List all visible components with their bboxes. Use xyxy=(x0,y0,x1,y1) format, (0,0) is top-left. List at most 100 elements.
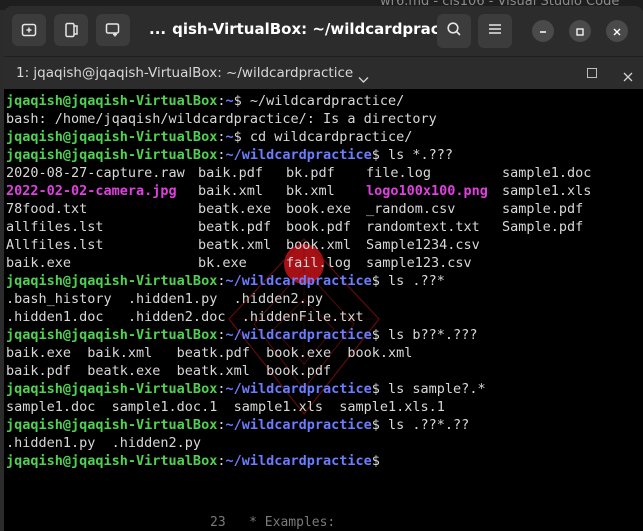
output-line: baik.pdf beatk.exe beatk.xml book.pdf xyxy=(6,363,332,379)
output-columns-line: 2022-02-02-camera.jpg baik.xml bk.xml logo1… xyxy=(6,182,591,200)
file-name: randomtext.txt xyxy=(366,219,480,235)
file-name: book.exe xyxy=(286,201,352,217)
file-name: sample1.xls xyxy=(502,183,592,199)
terminal-output[interactable]: jqaqish@jqaqish-VirtualBox:~$ ~/wildcard… xyxy=(4,89,643,531)
file-name: bk.xml xyxy=(286,183,335,199)
prompt-user: jqaqish@jqaqish-VirtualBox xyxy=(6,453,218,469)
search-button[interactable] xyxy=(437,14,471,48)
menu-button[interactable] xyxy=(478,14,512,48)
window-title-text: qish-VirtualBox: ~/wildcardpractice xyxy=(172,20,471,38)
new-window-button[interactable] xyxy=(96,14,130,46)
file-name: book.pdf xyxy=(286,219,352,235)
file-name: file.log xyxy=(366,165,432,181)
prompt-line: jqaqish@jqaqish-VirtualBox:~/wildcardpra… xyxy=(6,146,486,164)
tab-close-icon[interactable] xyxy=(623,67,633,86)
output-columns-line: 2020-08-27-capture.raw baik.pdf bk.pdf file… xyxy=(6,164,591,182)
tab-terminal-1[interactable]: 1: jqaqish@jqaqish-VirtualBox: ~/wildcar… xyxy=(16,65,353,81)
image-file-name: 2022-02-02-camera.jpg xyxy=(6,183,177,199)
output-line: baik.exe baik.xml beatk.pdf book.exe boo… xyxy=(6,345,413,361)
prompt-user: jqaqish@jqaqish-VirtualBox xyxy=(6,327,218,343)
file-name: 78food.txt xyxy=(6,201,88,217)
window-title-prefix: ... xyxy=(149,20,167,38)
terminal-lines: jqaqish@jqaqish-VirtualBox:~$ ~/wildcard… xyxy=(6,92,591,470)
file-name: book.xml xyxy=(286,237,352,253)
prompt-line: jqaqish@jqaqish-VirtualBox:~/wildcardpra… xyxy=(6,326,486,344)
file-name: bk.pdf xyxy=(286,165,335,181)
tab-dropdown-chevron-icon[interactable] xyxy=(358,69,369,88)
prompt-path: ~ xyxy=(225,93,234,109)
title-bar: ... qish-VirtualBox: ~/wildcardpractice xyxy=(4,6,643,56)
split-terminal-button[interactable] xyxy=(54,14,88,46)
prompt-path: ~/wildcardpractice xyxy=(225,147,372,163)
prompt-user: jqaqish@jqaqish-VirtualBox xyxy=(6,93,218,109)
file-name: fail.log xyxy=(286,255,352,271)
prompt-path: ~/wildcardpractice xyxy=(225,327,372,343)
new-tab-icon xyxy=(21,22,37,38)
close-button[interactable] xyxy=(606,20,628,42)
prompt-user: jqaqish@jqaqish-VirtualBox xyxy=(6,129,218,145)
file-name: bk.exe xyxy=(198,255,247,271)
prompt-line: jqaqish@jqaqish-VirtualBox:~/wildcardpra… xyxy=(6,380,486,398)
prompt-path: ~/wildcardpractice xyxy=(225,417,372,433)
prompt-user: jqaqish@jqaqish-VirtualBox xyxy=(6,147,218,163)
output-columns-line: allfiles.lst beatk.pdf book.pdf randomtext.… xyxy=(6,218,583,236)
prompt-line: jqaqish@jqaqish-VirtualBox:~/wildcardpra… xyxy=(6,416,486,434)
file-name: sample.pdf xyxy=(502,201,584,217)
file-name: sample1.doc xyxy=(502,165,592,181)
background-editor-peek: 23 * Examples: xyxy=(210,515,336,530)
prompt-path: ~/wildcardpractice xyxy=(225,381,372,397)
maximize-button[interactable] xyxy=(569,20,591,42)
prompt-path: ~/wildcardpractice xyxy=(225,273,372,289)
window-title: ... qish-VirtualBox: ~/wildcardpractice xyxy=(149,20,471,38)
file-name: baik.exe xyxy=(6,255,72,271)
prompt-command: $ ls .??*.?? xyxy=(371,417,470,433)
file-name: Allfiles.lst xyxy=(6,237,104,253)
file-name: _random.csv xyxy=(366,201,456,217)
minimize-button[interactable] xyxy=(532,20,554,42)
maximize-icon xyxy=(575,22,585,41)
prompt-command: $ ls sample?.* xyxy=(371,381,486,397)
prompt-line: jqaqish@jqaqish-VirtualBox:~/wildcardpra… xyxy=(6,452,486,470)
output-line: sample1.doc sample1.doc.1 sample1.xls sa… xyxy=(6,399,445,415)
file-name: 2020-08-27-capture.raw xyxy=(6,165,185,181)
prompt-path: ~ xyxy=(225,129,234,145)
output-line: .bash_history .hidden1.py .hidden2.py xyxy=(6,291,323,307)
split-terminal-icon xyxy=(63,22,79,38)
prompt-command: $ ~/wildcardpractice/ xyxy=(233,93,405,109)
output-columns-line: 78food.txt beatk.exe book.exe _random.csv sa… xyxy=(6,200,583,218)
terminal-window: ... qish-VirtualBox: ~/wildcardpractice xyxy=(4,6,643,531)
output-columns-line: baik.exe bk.exe fail.log sample123.csv xyxy=(6,254,486,272)
tab-bar: 1: jqaqish@jqaqish-VirtualBox: ~/wildcar… xyxy=(4,56,643,89)
prompt-line: jqaqish@jqaqish-VirtualBox:~$ ~/wildcard… xyxy=(6,92,486,110)
file-name: beatk.exe xyxy=(198,201,272,217)
image-file-name: logo100x100.png xyxy=(366,183,488,199)
new-window-icon xyxy=(105,22,121,38)
close-icon xyxy=(612,22,622,41)
file-name: Sample1234.csv xyxy=(366,237,480,253)
prompt-command: $ ls .??* xyxy=(371,273,445,289)
minimize-icon xyxy=(538,22,548,41)
file-name: baik.pdf xyxy=(198,165,264,181)
prompt-command: $ ls b??*.??? xyxy=(371,327,478,343)
file-name: baik.xml xyxy=(198,183,264,199)
output-columns-line: Allfiles.lst beatk.xml book.xml Sample1234.… xyxy=(6,236,486,254)
prompt-user: jqaqish@jqaqish-VirtualBox xyxy=(6,381,218,397)
tab-maximize-icon[interactable] xyxy=(587,68,597,78)
search-icon xyxy=(446,21,462,41)
prompt-path: ~/wildcardpractice xyxy=(225,453,372,469)
prompt-line: jqaqish@jqaqish-VirtualBox:~$ cd wildcar… xyxy=(6,128,486,146)
prompt-command: $ xyxy=(371,453,380,469)
new-tab-button[interactable] xyxy=(12,14,46,46)
output-line: .hidden1.py .hidden2.py xyxy=(6,435,202,451)
prompt-user: jqaqish@jqaqish-VirtualBox xyxy=(6,273,218,289)
hamburger-menu-icon xyxy=(487,21,503,41)
file-name: allfiles.lst xyxy=(6,219,104,235)
prompt-command: $ ls *.??? xyxy=(371,147,454,163)
output-line: .hidden1.doc .hidden2.doc .hiddenFile.tx… xyxy=(6,309,364,325)
prompt-command: $ cd wildcardpractice/ xyxy=(233,129,413,145)
file-name: beatk.pdf xyxy=(198,219,272,235)
file-name: beatk.xml xyxy=(198,237,272,253)
file-name: sample123.csv xyxy=(366,255,472,271)
output-line: bash: /home/jqaqish/wildcardpractice/: I… xyxy=(6,111,437,127)
prompt-line: jqaqish@jqaqish-VirtualBox:~/wildcardpra… xyxy=(6,272,486,290)
